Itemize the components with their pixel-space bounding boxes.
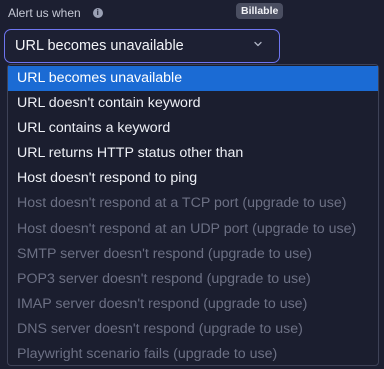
option-playwright[interactable]: Playwright scenario fails (upgrade to us…: [8, 342, 378, 367]
option-url-unavailable[interactable]: URL becomes unavailable: [8, 66, 378, 92]
chevron-down-icon: [254, 41, 262, 47]
option-udp-port[interactable]: Host doesn't respond at an UDP port (upg…: [8, 217, 378, 242]
option-smtp[interactable]: SMTP server doesn't respond (upgrade to …: [8, 242, 378, 267]
selected-value: URL becomes unavailable: [15, 38, 184, 54]
option-host-ping[interactable]: Host doesn't respond to ping: [8, 166, 378, 191]
option-tcp-port[interactable]: Host doesn't respond at a TCP port (upgr…: [8, 191, 378, 216]
alert-condition-label-row: Alert us when i: [8, 4, 378, 22]
option-pop3[interactable]: POP3 server doesn't respond (upgrade to …: [8, 267, 378, 292]
billable-badge: Billable: [236, 3, 284, 19]
dropdown-menu: URL becomes unavailable URL doesn't cont…: [7, 64, 379, 366]
info-icon[interactable]: i: [92, 8, 103, 18]
option-url-missing-keyword[interactable]: URL doesn't contain keyword: [8, 91, 378, 116]
option-dns[interactable]: DNS server doesn't respond (upgrade to u…: [8, 317, 378, 342]
option-url-contains-keyword[interactable]: URL contains a keyword: [8, 116, 378, 141]
option-imap[interactable]: IMAP server doesn't respond (upgrade to …: [8, 292, 378, 317]
option-url-http-status[interactable]: URL returns HTTP status other than: [8, 141, 378, 166]
alert-condition-label: Alert us when: [8, 6, 81, 20]
alert-condition-select[interactable]: URL becomes unavailable: [4, 29, 280, 63]
